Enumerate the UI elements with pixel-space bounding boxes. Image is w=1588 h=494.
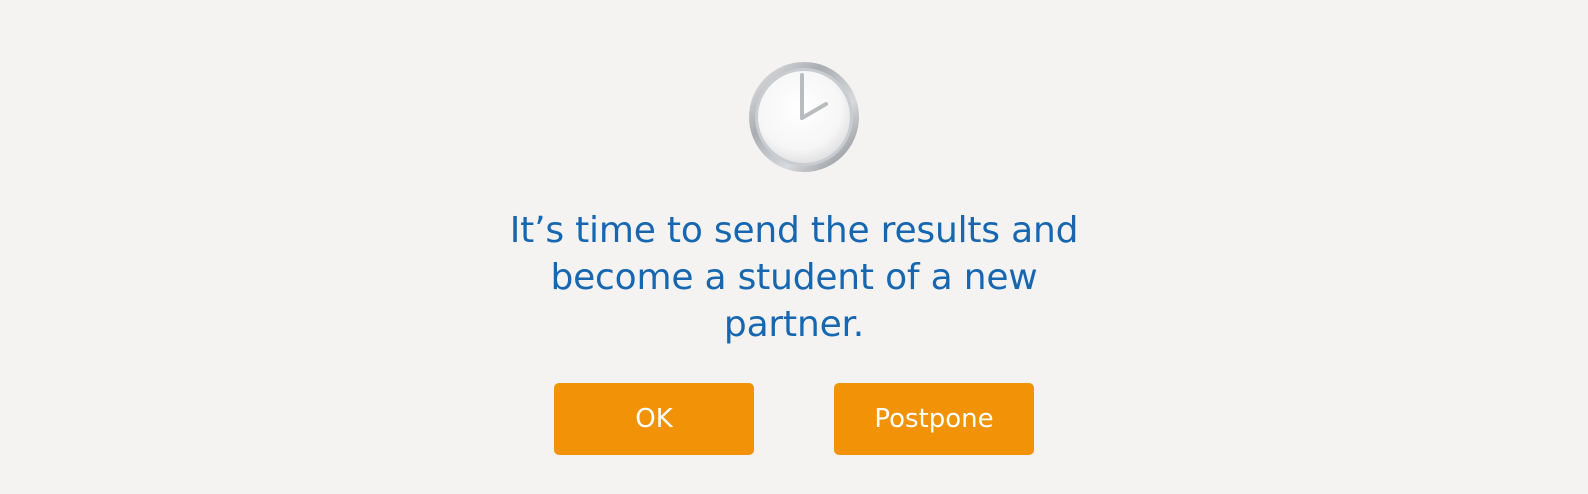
clock-icon xyxy=(748,61,860,173)
postpone-button[interactable]: Postpone xyxy=(834,383,1034,455)
reminder-message: It’s time to send the results and become… xyxy=(509,210,1079,345)
reminder-dialog: It’s time to send the results and become… xyxy=(0,0,1588,494)
ok-button[interactable]: OK xyxy=(554,383,754,455)
